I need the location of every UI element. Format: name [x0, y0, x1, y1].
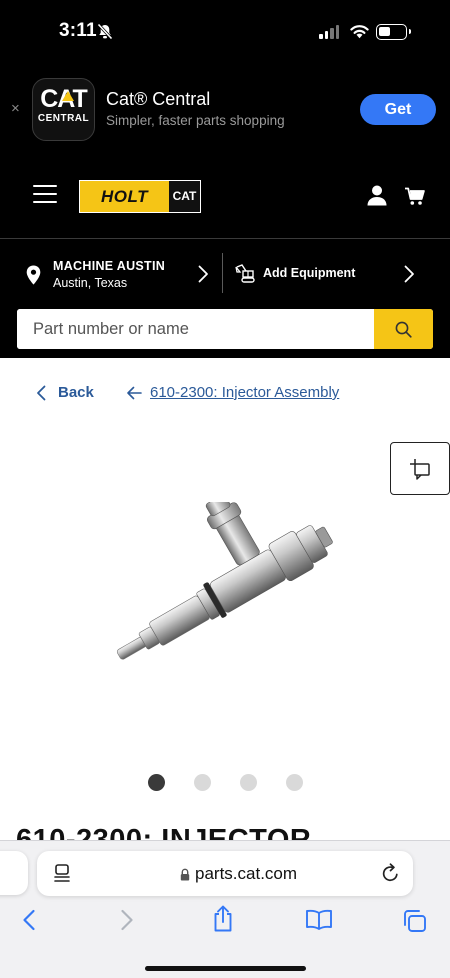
forward-nav-icon[interactable] [120, 909, 134, 931]
store-chevron-right-icon[interactable] [198, 265, 209, 283]
arrow-left-icon [127, 386, 142, 399]
tabs-icon[interactable] [402, 909, 428, 933]
browser-nav-toolbar [0, 905, 450, 947]
excavator-icon [235, 264, 255, 283]
wifi-icon [350, 25, 369, 39]
account-icon[interactable] [367, 185, 387, 206]
chevron-left-icon [37, 385, 46, 400]
battery-icon [376, 24, 411, 40]
cart-icon[interactable] [404, 187, 426, 206]
back-nav-icon[interactable] [22, 909, 36, 931]
menu-icon[interactable] [33, 185, 57, 205]
breadcrumb-parent-link[interactable]: 610-2300: Injector Assembly [126, 384, 339, 401]
fuel-injector-image[interactable] [100, 502, 360, 682]
banner-close-button[interactable]: × [11, 99, 20, 119]
breadcrumb-parent-label: 610-2300: Injector Assembly [150, 384, 340, 401]
compare-button[interactable] [390, 442, 450, 495]
search-input[interactable] [17, 309, 374, 349]
share-icon[interactable] [211, 905, 235, 933]
main-content: Back 610-2300: Injector Assembly 610-230… [0, 358, 450, 850]
browser-toolbar: parts.cat.com [0, 840, 450, 978]
back-label: Back [58, 384, 94, 401]
home-indicator[interactable] [145, 966, 306, 971]
location-pin-icon [26, 265, 41, 285]
status-time: 3:11 [59, 20, 97, 41]
cat-central-app-icon[interactable]: CAT CENTRAL [32, 78, 95, 141]
app-subtitle: Simpler, faster parts shopping [106, 113, 285, 128]
cat-triangle-icon [62, 91, 74, 101]
reload-icon[interactable] [381, 863, 400, 883]
equipment-chevron-right-icon[interactable] [404, 265, 415, 283]
carousel-dot[interactable] [240, 774, 257, 791]
store-name[interactable]: MACHINE AUSTIN [53, 259, 165, 273]
store-selector-bar: MACHINE AUSTIN Austin, Texas Add Equipme… [0, 238, 450, 358]
page-menu-icon[interactable] [53, 863, 71, 883]
compare-icon [410, 458, 430, 480]
bell-off-icon [97, 23, 113, 40]
image-carousel-dots [148, 774, 303, 791]
app-icon-line2: CENTRAL [37, 113, 90, 124]
previous-tab-card[interactable] [0, 851, 28, 895]
logo-brand-text: CAT [169, 181, 200, 212]
carousel-dot[interactable] [286, 774, 303, 791]
bookmarks-icon[interactable] [305, 909, 333, 931]
add-equipment-label[interactable]: Add Equipment [263, 266, 355, 280]
search-button[interactable] [374, 309, 433, 349]
logo-dealer-text: HOLT [100, 186, 148, 206]
status-bar: 3:11 [0, 0, 450, 64]
address-bar[interactable]: parts.cat.com [37, 851, 413, 896]
back-link[interactable]: Back [36, 384, 94, 401]
lock-icon [180, 868, 190, 880]
carousel-dot[interactable] [148, 774, 165, 791]
carousel-dot[interactable] [194, 774, 211, 791]
url-text: parts.cat.com [195, 864, 298, 883]
get-app-button[interactable]: Get [360, 94, 436, 125]
store-location[interactable]: Austin, Texas [53, 276, 127, 290]
site-header: HOLT CAT [0, 156, 450, 238]
store-divider [222, 253, 223, 293]
cell-signal-icon [319, 25, 339, 39]
search-icon [395, 321, 412, 338]
smart-app-banner: × CAT CENTRAL Cat® Central Simpler, fast… [0, 64, 450, 156]
search-bar [17, 309, 433, 349]
url-display: parts.cat.com [180, 864, 297, 884]
app-name: Cat® Central [106, 89, 211, 109]
holt-cat-logo[interactable]: HOLT CAT [79, 180, 201, 213]
